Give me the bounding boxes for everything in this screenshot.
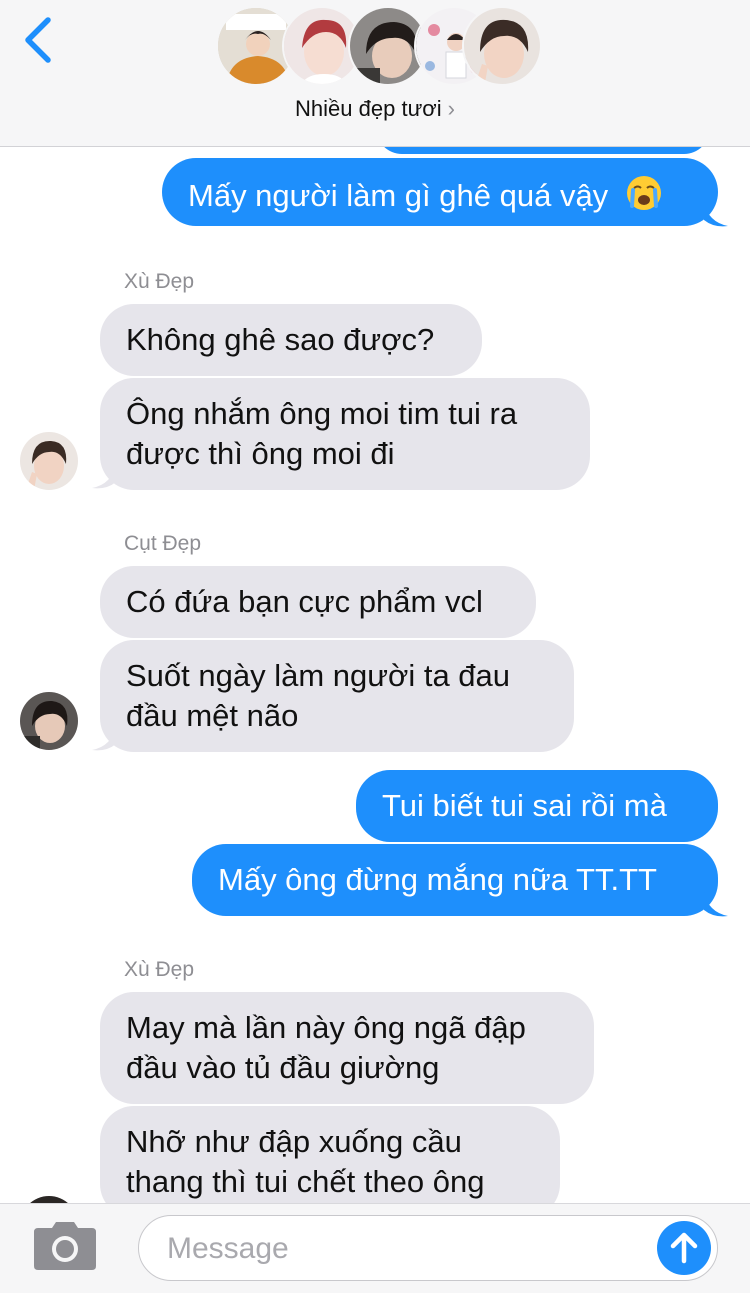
group-name: Nhiều đẹp tươi	[295, 96, 442, 121]
message-text-line: May mà lần này ông ngã đập	[126, 1010, 526, 1045]
message-bubble-incoming[interactable]: Suốt ngày làm người ta đau đầu mệt não	[100, 640, 574, 752]
message-bubble-incoming[interactable]: Có đứa bạn cực phẩm vcl	[100, 566, 536, 638]
message-text-line: Nhỡ như đập xuống cầu	[126, 1124, 462, 1159]
bubble-tail	[704, 892, 728, 917]
member-avatar-5	[462, 6, 542, 86]
chat-screen: Nhiều đẹp tươi › Mấy người làm gì ghê quá…	[0, 0, 750, 1293]
message-bubble-outgoing[interactable]: Mấy ông đừng mắng nữa TT.TT	[192, 844, 718, 916]
send-button[interactable]	[657, 1221, 711, 1275]
sender-name: Xù Đẹp	[124, 958, 195, 981]
message-text-line: Suốt ngày làm người ta đau	[126, 658, 511, 693]
sender-avatar[interactable]	[20, 432, 78, 490]
message-text: Không ghê sao được?	[126, 322, 435, 357]
message-text: Mấy người làm gì ghê quá vậy	[188, 178, 609, 214]
bubble-tail	[704, 202, 728, 227]
group-avatars[interactable]	[216, 6, 542, 88]
sender-avatar[interactable]	[20, 692, 78, 750]
message-text-line: đầu vào tủ đầu giường	[126, 1050, 440, 1085]
message-text-line: được thì ông moi đi	[126, 436, 395, 471]
message-bubble-outgoing[interactable]: Mấy người làm gì ghê quá vậy	[162, 158, 718, 226]
message-input[interactable]	[165, 1226, 639, 1272]
message-text-line: đầu mệt não	[126, 698, 299, 733]
sender-name: Xù Đẹp	[124, 270, 195, 293]
bubble-tail	[92, 464, 116, 489]
chevron-left-icon	[25, 17, 51, 63]
message-text: Mấy ông đừng mắng nữa TT.TT	[218, 862, 657, 897]
message-text: Tui biết tui sai rồi mà	[382, 788, 667, 823]
arrow-up-icon	[670, 1232, 698, 1264]
message-bubble-incoming[interactable]: May mà lần này ông ngã đập đầu vào tủ đầ…	[100, 992, 594, 1104]
message-bubble-incoming[interactable]: Nhỡ như đập xuống cầu thang thì tui chết…	[100, 1106, 560, 1218]
message-bubble-outgoing[interactable]: Tui biết tui sai rồi mà	[356, 770, 718, 842]
message-field[interactable]	[138, 1215, 718, 1281]
message-bubble-incoming[interactable]: Ông nhắm ông moi tim tui ra được thì ông…	[100, 378, 590, 490]
group-name-button[interactable]: Nhiều đẹp tươi ›	[0, 96, 750, 122]
back-button[interactable]	[18, 14, 62, 66]
message-text-line: thang thì tui chết theo ông	[126, 1164, 485, 1199]
camera-button[interactable]	[32, 1220, 98, 1272]
message-text-line: Ông nhắm ông moi tim tui ra	[126, 396, 518, 431]
sender-name: Cụt Đẹp	[124, 532, 202, 555]
message-input-bar	[0, 1203, 750, 1293]
crying-face-emoji-icon	[625, 174, 663, 222]
message-text: Có đứa bạn cực phẩm vcl	[126, 584, 483, 619]
camera-icon	[34, 1222, 96, 1270]
chat-header: Nhiều đẹp tươi ›	[0, 0, 750, 147]
message-bubble-incoming[interactable]: Không ghê sao được?	[100, 304, 482, 376]
bubble-tail	[92, 726, 116, 751]
chevron-right-icon: ›	[447, 96, 455, 121]
